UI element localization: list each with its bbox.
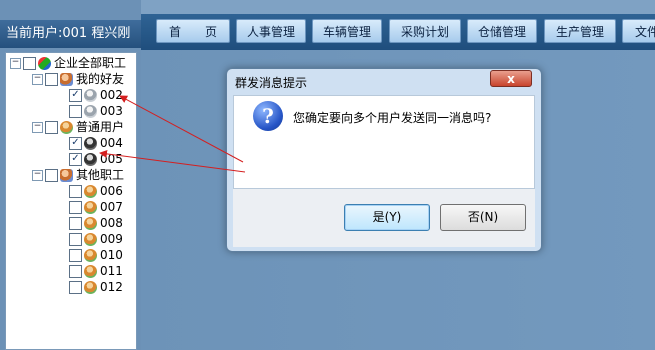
annotation-arrows xyxy=(99,95,246,173)
arrow-to-005 xyxy=(99,149,246,173)
arrow-to-002 xyxy=(119,95,244,163)
